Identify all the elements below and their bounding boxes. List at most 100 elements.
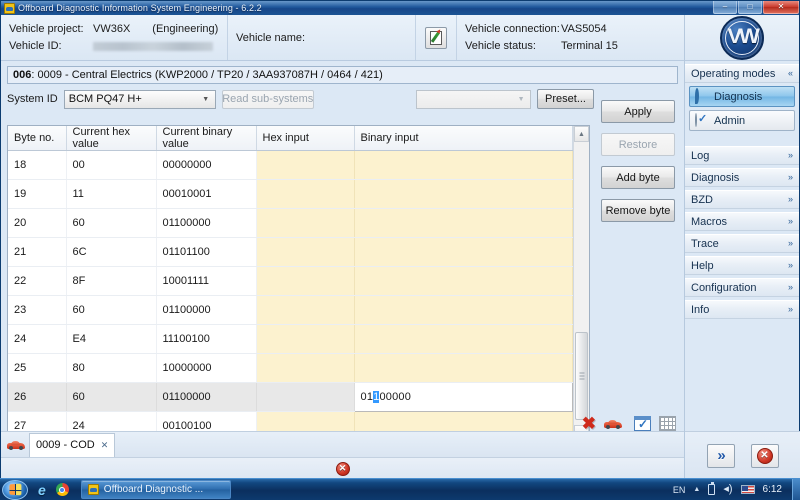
column-header-1[interactable]: Current hex value bbox=[66, 126, 157, 151]
sidebar-item-diagnosis[interactable]: Diagnosis bbox=[689, 86, 795, 107]
cell-binary-input[interactable] bbox=[354, 324, 573, 354]
system-id-select[interactable]: BCM PQ47 H+ ▼ bbox=[63, 89, 216, 109]
sidebar-section-trace[interactable]: Trace » bbox=[685, 234, 799, 253]
scrollbar-thumb[interactable] bbox=[575, 332, 588, 420]
table-row[interactable]: 25 80 10000000 bbox=[8, 353, 573, 383]
note-edit-button[interactable] bbox=[425, 26, 447, 49]
add-byte-button[interactable]: Add byte bbox=[601, 166, 675, 189]
minimize-button[interactable]: – bbox=[713, 1, 737, 14]
cell-binary-input[interactable]: 01 1 00000 bbox=[353, 382, 573, 412]
read-subsystems-button[interactable]: Read sub-systems bbox=[221, 89, 314, 109]
chrome-icon[interactable] bbox=[55, 483, 69, 496]
show-hidden-icons-icon[interactable]: ▲ bbox=[693, 486, 700, 493]
us-flag-icon[interactable] bbox=[740, 485, 755, 494]
preset-select[interactable]: ▼ bbox=[416, 89, 532, 109]
cancel-red-x-icon[interactable]: ✖ bbox=[582, 415, 596, 432]
binary-input-field[interactable]: 01 1 00000 bbox=[361, 391, 412, 403]
scroll-up-button[interactable]: ▲ bbox=[574, 126, 589, 142]
cell-hex-input[interactable] bbox=[256, 382, 355, 412]
preset-button[interactable]: Preset... bbox=[537, 89, 594, 109]
tray-clock[interactable]: 6:12 bbox=[763, 484, 782, 495]
tab-0009-cod[interactable]: 0009 - COD ✕ bbox=[29, 432, 116, 457]
column-header-2[interactable]: Current binary value bbox=[156, 126, 257, 151]
sidebar-section-log[interactable]: Log » bbox=[685, 146, 799, 165]
sidebar-section-help[interactable]: Help » bbox=[685, 256, 799, 275]
cell-binary-input[interactable] bbox=[354, 266, 573, 296]
vehicle-info-header: Vehicle project: VW36X (Engineering) Veh… bbox=[1, 15, 684, 61]
document-tabstrip: 0009 - COD ✕ ✖ bbox=[1, 415, 684, 457]
table-row[interactable]: 22 8F 10001111 bbox=[8, 266, 573, 296]
cell-current-binary: 00010001 bbox=[156, 179, 257, 209]
cell-current-binary: 01100000 bbox=[156, 382, 257, 412]
sidebar-section-bzd[interactable]: BZD » bbox=[685, 190, 799, 209]
stethoscope-icon-glyph bbox=[695, 87, 699, 104]
cell-hex-input[interactable] bbox=[256, 324, 355, 354]
show-desktop-button[interactable] bbox=[792, 478, 800, 500]
column-header-3[interactable]: Hex input bbox=[256, 126, 355, 151]
vehicle-connection-label: Vehicle connection: bbox=[465, 23, 560, 35]
sidebar-item-admin[interactable]: Admin bbox=[689, 110, 795, 131]
table-vertical-scrollbar[interactable]: ▲ ▼ bbox=[573, 126, 589, 441]
sidebar-section-configuration[interactable]: Configuration » bbox=[685, 278, 799, 297]
column-header-4[interactable]: Binary input bbox=[354, 126, 573, 151]
vehicle-project-row: Vehicle project: VW36X (Engineering) bbox=[9, 21, 219, 38]
internet-explorer-icon[interactable]: e bbox=[38, 483, 46, 497]
tray-language[interactable]: EN bbox=[673, 485, 686, 495]
sidebar-section-label: Info bbox=[691, 303, 710, 316]
cell-hex-input[interactable] bbox=[256, 237, 355, 267]
table-row[interactable]: 20 60 01100000 bbox=[8, 208, 573, 238]
column-header-0[interactable]: Byte no. bbox=[8, 126, 67, 151]
cell-hex-input[interactable] bbox=[256, 353, 355, 383]
cell-binary-input[interactable] bbox=[354, 237, 573, 267]
vehicle-connection-block: Vehicle connection: VAS5054 Vehicle stat… bbox=[456, 15, 684, 60]
cell-hex-input[interactable] bbox=[256, 150, 355, 180]
cell-binary-input[interactable] bbox=[354, 353, 573, 383]
vw-logo: VW bbox=[720, 15, 764, 60]
cell-hex-input[interactable] bbox=[256, 266, 355, 296]
table-row[interactable]: 23 60 01100000 bbox=[8, 295, 573, 325]
chevron-down-icon: » bbox=[787, 282, 793, 292]
cell-hex-input[interactable] bbox=[256, 295, 355, 325]
table-row[interactable]: 26 60 01100000 01 1 00000 bbox=[8, 382, 573, 412]
sidebar-section-operating-modes[interactable]: Operating modes « bbox=[685, 64, 799, 83]
maximize-button[interactable]: □ bbox=[738, 1, 762, 14]
sidebar-section-info[interactable]: Info » bbox=[685, 300, 799, 319]
cell-binary-input[interactable] bbox=[354, 150, 573, 180]
cell-binary-input[interactable] bbox=[354, 179, 573, 209]
vehicle-car-icon[interactable] bbox=[604, 419, 622, 429]
table-row[interactable]: 24 E4 11100100 bbox=[8, 324, 573, 354]
taskbar-task-odis[interactable]: Offboard Diagnostic ... bbox=[80, 480, 231, 499]
cell-binary-input[interactable] bbox=[354, 295, 573, 325]
cell-hex-input[interactable] bbox=[256, 179, 355, 209]
cell-binary-input[interactable] bbox=[354, 208, 573, 238]
restore-button[interactable]: Restore bbox=[601, 133, 675, 156]
sidebar-section-macros[interactable]: Macros » bbox=[685, 212, 799, 231]
double-chevron-right-icon: » bbox=[717, 447, 725, 464]
quick-launch-bar: e bbox=[38, 483, 69, 497]
grid-table-icon[interactable] bbox=[659, 416, 676, 431]
table-row[interactable]: 19 11 00010001 bbox=[8, 179, 573, 209]
sidebar-section-label: Macros bbox=[691, 215, 728, 228]
table-row[interactable]: 18 00 00000000 bbox=[8, 150, 573, 180]
sidebar-section-diagnosis[interactable]: Diagnosis » bbox=[685, 168, 799, 187]
continue-button[interactable]: » bbox=[706, 443, 735, 468]
apply-button[interactable]: Apply bbox=[601, 100, 675, 123]
window-body: Vehicle project: VW36X (Engineering) Veh… bbox=[1, 15, 800, 479]
cancel-button[interactable]: ✕ bbox=[750, 443, 779, 468]
remove-byte-button[interactable]: Remove byte bbox=[601, 199, 675, 222]
close-button[interactable]: ✕ bbox=[763, 1, 799, 14]
status-error-icon[interactable]: ✕ bbox=[335, 461, 350, 476]
window-titlebar[interactable]: Offboard Diagnostic Information System E… bbox=[1, 1, 799, 15]
gear-check-icon-glyph bbox=[695, 112, 697, 127]
accept-checkbox-icon[interactable] bbox=[634, 416, 651, 431]
close-icon[interactable]: ✕ bbox=[101, 440, 109, 451]
cell-hex-input[interactable] bbox=[256, 208, 355, 238]
start-button[interactable] bbox=[2, 479, 28, 500]
volume-icon[interactable]: ◂) bbox=[723, 484, 732, 495]
vehicle-status-value: Terminal 15 bbox=[561, 40, 618, 52]
scrollbar-track[interactable] bbox=[574, 142, 589, 425]
battery-icon[interactable] bbox=[708, 482, 716, 495]
cell-byte-no: 20 bbox=[8, 208, 67, 238]
table-row[interactable]: 21 6C 01101100 bbox=[8, 237, 573, 267]
sidebar-footer: » ✕ bbox=[685, 431, 800, 479]
